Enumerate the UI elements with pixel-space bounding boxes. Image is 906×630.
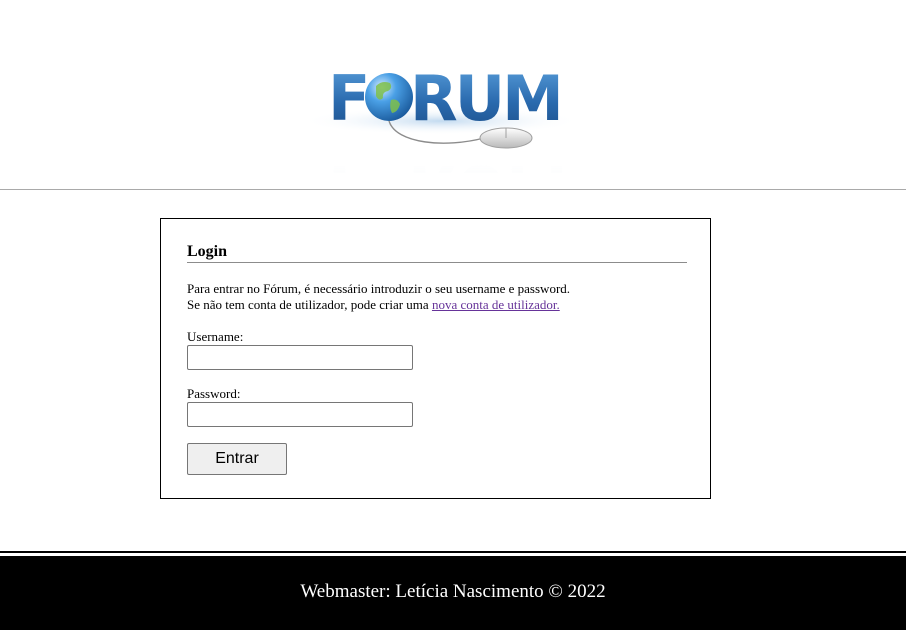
register-link[interactable]: nova conta de utilizador.	[432, 297, 560, 312]
svg-text:RUM: RUM	[410, 62, 561, 135]
svg-text:F: F	[328, 62, 368, 135]
intro-line-2: Se não tem conta de utilizador, pode cri…	[187, 297, 432, 312]
site-header: F RUM F RUM	[0, 0, 906, 190]
title-divider	[187, 262, 687, 263]
intro-line-1: Para entrar no Fórum, é necessário intro…	[187, 281, 571, 296]
username-label: Username:	[187, 329, 244, 344]
username-input[interactable]	[187, 345, 413, 370]
footer-divider	[0, 551, 906, 553]
login-title: Login	[187, 243, 228, 260]
header-divider	[0, 189, 906, 190]
password-input[interactable]	[187, 402, 413, 427]
forum-logo: F RUM F RUM	[301, 62, 581, 173]
site-footer: Webmaster: Letícia Nascimento © 2022	[0, 556, 906, 630]
login-submit-button[interactable]: Entrar	[187, 443, 287, 475]
password-label: Password:	[187, 386, 241, 401]
svg-text:F: F	[328, 151, 370, 173]
svg-text:RUM: RUM	[408, 151, 568, 173]
footer-credit: Webmaster: Letícia Nascimento © 2022	[300, 581, 606, 602]
login-panel: Login Para entrar no Fórum, é necessário…	[160, 218, 711, 499]
login-instructions: Para entrar no Fórum, é necessário intro…	[187, 281, 570, 313]
